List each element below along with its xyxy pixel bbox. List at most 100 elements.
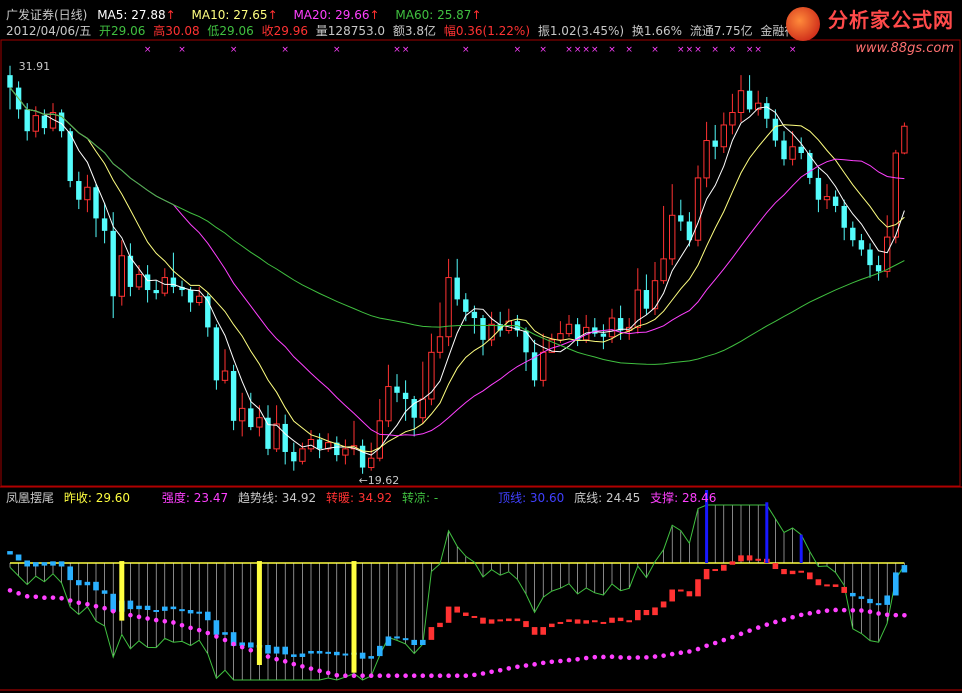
support-dot [85, 601, 90, 607]
support-dot [618, 655, 623, 660]
support-dot [532, 662, 537, 667]
support-dot [128, 612, 133, 618]
indicator-bar [875, 603, 882, 606]
indicator-bar [729, 561, 736, 565]
quote-volume: 量128753.0 [315, 24, 386, 38]
candle-body-down [187, 290, 194, 303]
lower-indicator-area [7, 490, 908, 681]
indicator-bar [746, 555, 753, 561]
indicator-bar [454, 606, 460, 613]
candle [592, 318, 598, 337]
extreme-bar [351, 561, 357, 673]
support-dot [764, 622, 770, 627]
candle-body-up [196, 295, 203, 303]
indicator-turn-cool: 转凉: - [402, 491, 439, 505]
marker-x: × [754, 45, 762, 55]
support-dot [515, 664, 520, 670]
marker-x: × [677, 45, 685, 55]
marker-x: × [711, 45, 719, 55]
support-dot [239, 644, 245, 650]
support-dot [291, 661, 297, 667]
indicator-bar [428, 627, 435, 640]
support-dot [171, 620, 176, 625]
indicator-bar [359, 652, 366, 659]
candle [144, 265, 151, 303]
marker-x: × [333, 45, 341, 55]
indicator-trend: 趋势线: 34.92 [237, 491, 317, 505]
marker-x: × [625, 45, 633, 55]
annotation-low: ←19.62 [359, 474, 400, 487]
candle-body-up [256, 417, 263, 428]
indicator-bar [531, 627, 538, 635]
indicator-bar [772, 563, 779, 570]
indicator-bar [497, 619, 503, 622]
top-marker-row: × × × × × × × × × × × × × × × × × × × × × × × × × [144, 45, 797, 55]
candle [350, 420, 358, 456]
support-dot [635, 655, 641, 660]
support-dot [747, 628, 752, 633]
support-dot [24, 594, 30, 599]
candle [196, 286, 203, 306]
candle [823, 184, 831, 210]
candle [445, 258, 452, 347]
candle-body-down [781, 140, 787, 160]
marker-x: × [462, 45, 470, 55]
support-dot [360, 673, 365, 679]
candle [583, 314, 590, 343]
support-dot [695, 646, 701, 652]
annotation-high: 31.91 [19, 60, 50, 73]
indicator-bar [196, 611, 202, 614]
candle-body-up [729, 112, 736, 126]
indicator-bar [652, 607, 658, 616]
candle [781, 131, 787, 166]
candle-body-up [540, 351, 547, 381]
candle-body-down [153, 290, 159, 294]
marker-x: × [591, 45, 599, 55]
support-dot [196, 627, 202, 633]
candle-body-down [463, 299, 469, 312]
upper-chart-area [0, 39, 962, 691]
support-dot [67, 598, 73, 603]
support-dot [575, 656, 580, 662]
marker-x: × [686, 45, 694, 55]
indicator-bar [299, 653, 306, 657]
logo-badge-icon [786, 6, 821, 41]
support-dot [704, 643, 709, 649]
support-dot [738, 631, 744, 637]
candle [394, 374, 400, 403]
indicator-bar [325, 651, 331, 654]
indicator-bar [273, 646, 280, 654]
site-logo: 分析家公式网 www.88gs.com [786, 4, 954, 56]
marker-x: × [178, 45, 186, 55]
candle [436, 302, 444, 359]
support-dot [876, 611, 881, 616]
indicator-bar [179, 609, 185, 612]
candle-body-down [230, 371, 237, 421]
candle [463, 293, 469, 322]
indicator-bar [248, 642, 254, 648]
support-dot [583, 655, 589, 661]
indicator-bar [867, 598, 873, 604]
support-dot [7, 588, 13, 593]
candle-body-up [884, 236, 891, 272]
support-dot [386, 673, 391, 679]
candle-body-down [686, 221, 693, 241]
indicator-support: 支撑: 28.46 [650, 491, 717, 505]
indicator-bar [583, 620, 589, 624]
candlestick-series [7, 65, 908, 474]
candle-body-up [436, 336, 444, 353]
quote-header-row2: 2012/04/06/五 开29.06 高30.08 低29.06 收29.96… [6, 24, 812, 38]
support-dot [76, 600, 82, 606]
candle-body-down [58, 112, 65, 132]
candle [291, 442, 297, 471]
indicator-bar [841, 586, 847, 593]
candle-body-down [359, 445, 366, 468]
support-dot [145, 616, 150, 621]
indicator-bar [213, 620, 220, 635]
support-dot [317, 668, 322, 674]
support-dot [712, 640, 718, 646]
quote-amplitude: 振1.02(3.45%) [537, 24, 625, 38]
support-dot [721, 637, 727, 643]
support-dot [472, 672, 477, 678]
candle [15, 81, 22, 119]
